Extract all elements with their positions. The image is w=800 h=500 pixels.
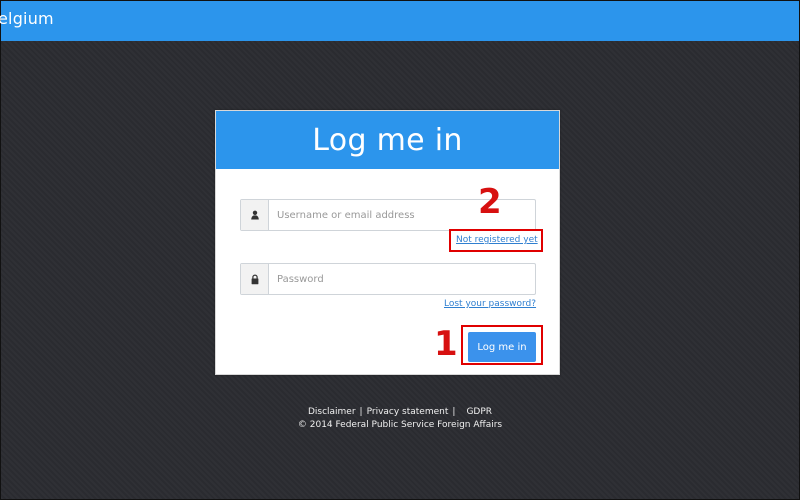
lock-icon xyxy=(251,274,258,284)
login-title: Log me in xyxy=(312,122,463,158)
lock-icon-box xyxy=(241,264,269,294)
log-me-in-button[interactable]: Log me in xyxy=(468,332,536,362)
annotation-number-2: 2 xyxy=(478,182,502,222)
footer-copyright: © 2014 Federal Public Service Foreign Af… xyxy=(297,420,503,430)
top-navigation-bar: elgium xyxy=(0,1,799,41)
login-page: elgium Log me in Not registered yet xyxy=(0,0,800,500)
footer: Disclaimer | Privacy statement | GDPR © … xyxy=(1,406,799,431)
login-card-header: Log me in xyxy=(216,111,559,169)
privacy-statement-link[interactable]: Privacy statement xyxy=(367,406,449,418)
gdpr-link[interactable]: GDPR xyxy=(466,406,492,418)
footer-separator-1: | xyxy=(359,407,363,417)
lost-password-link[interactable]: Lost your password? xyxy=(444,299,536,309)
annotation-number-1: 1 xyxy=(434,324,458,364)
not-registered-link[interactable]: Not registered yet xyxy=(456,235,538,245)
footer-separator-2: | xyxy=(452,407,456,417)
user-icon-box xyxy=(241,200,269,230)
user-icon xyxy=(250,210,259,220)
disclaimer-link[interactable]: Disclaimer xyxy=(308,406,356,418)
login-card: Log me in Not registered yet Lost your p… xyxy=(215,110,560,375)
footer-links: Disclaimer | Privacy statement | GDPR xyxy=(308,406,492,418)
password-input[interactable] xyxy=(269,264,535,294)
password-field xyxy=(240,263,536,295)
site-title: elgium xyxy=(0,9,54,28)
